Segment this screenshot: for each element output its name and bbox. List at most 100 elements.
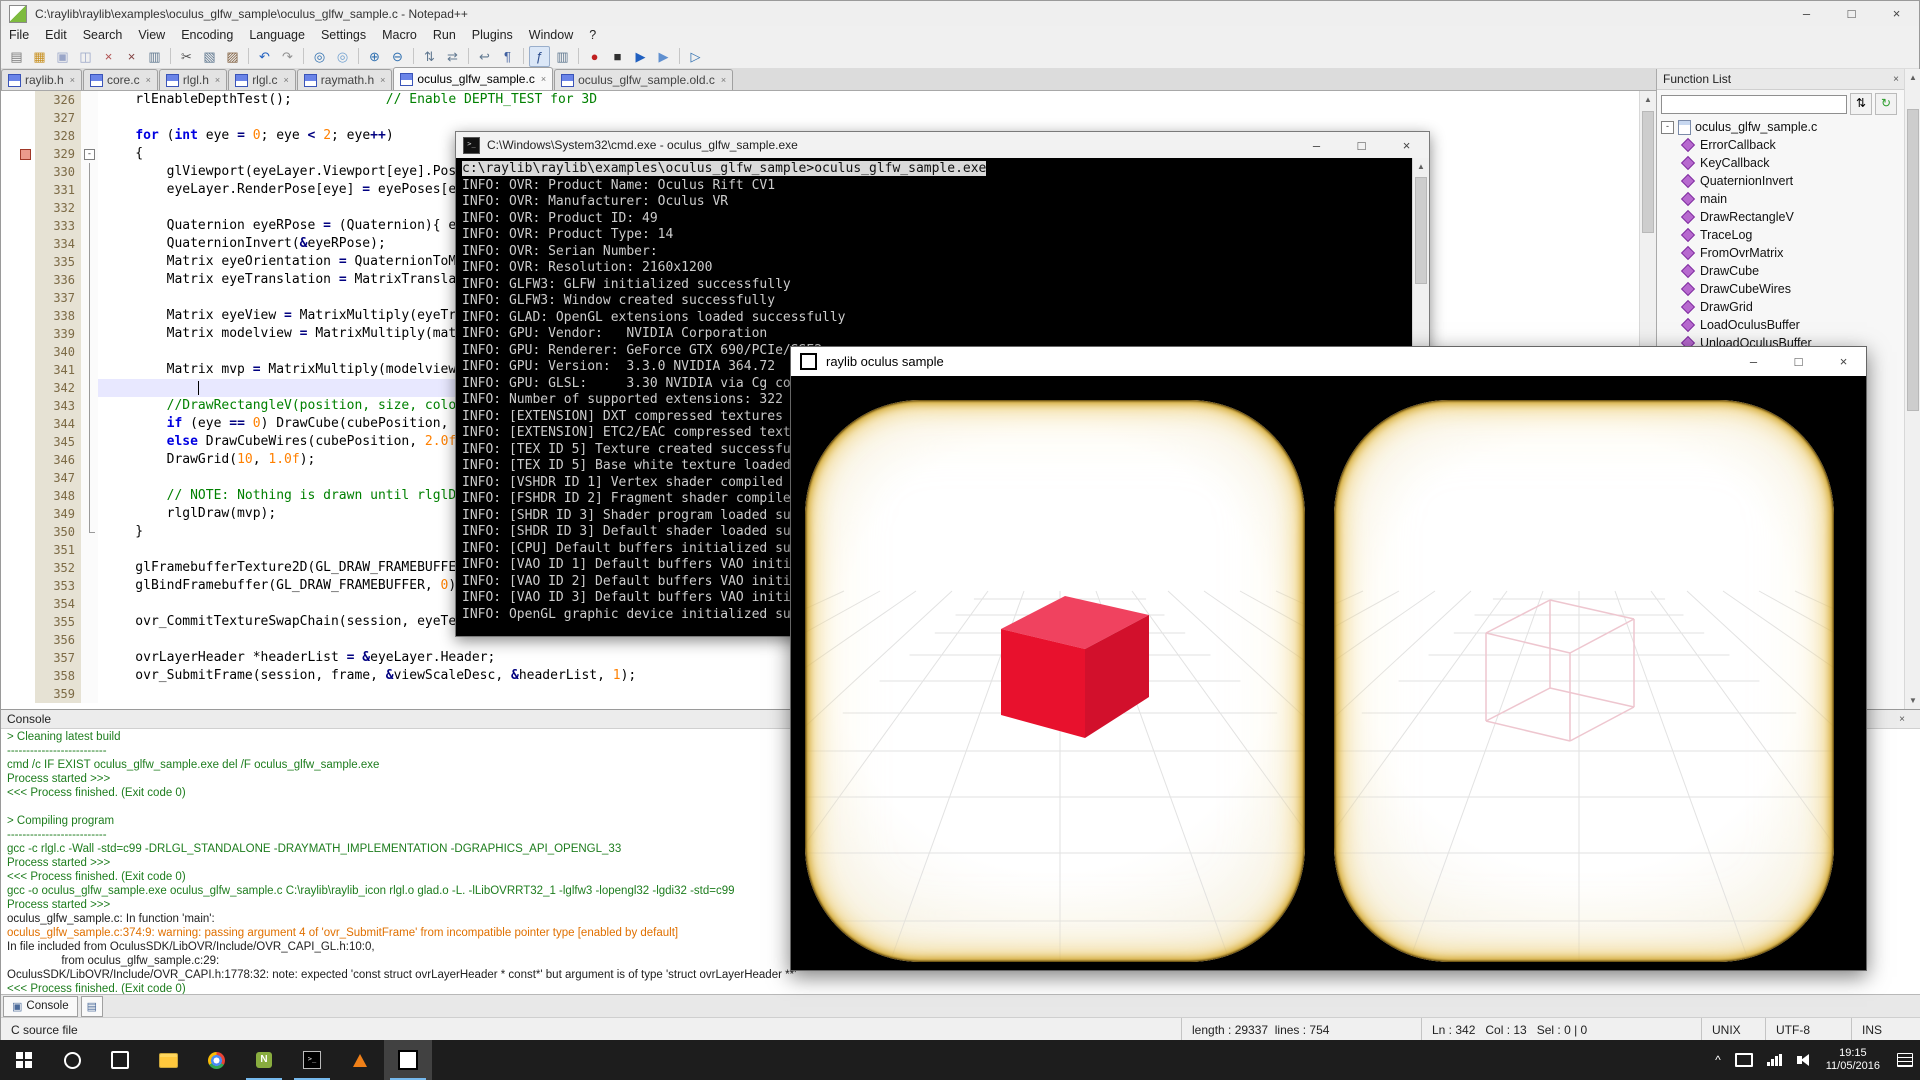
tray-chevron-up-icon[interactable]: ^ <box>1708 1040 1728 1080</box>
cmd-titlebar[interactable]: >_ C:\Windows\System32\cmd.exe - oculus_… <box>456 132 1429 158</box>
redo-icon[interactable]: ↷ <box>277 46 298 67</box>
funclist-sort-icon[interactable]: ⇅ <box>1850 93 1872 115</box>
close-all-icon[interactable]: × <box>121 46 142 67</box>
funclist-item-FromOvrMatrix[interactable]: FromOvrMatrix <box>1657 244 1920 262</box>
taskbar-chrome[interactable] <box>192 1040 240 1080</box>
copy-icon[interactable]: ▧ <box>199 46 220 67</box>
zoom-out-icon[interactable]: ⊖ <box>387 46 408 67</box>
funclist-item-QuaternionInvert[interactable]: QuaternionInvert <box>1657 172 1920 190</box>
taskbar-notepad-plus-plus[interactable]: N <box>240 1040 288 1080</box>
run-macro-multiple-icon[interactable]: ▶ <box>653 46 674 67</box>
console-close-icon[interactable]: × <box>1899 714 1905 725</box>
new-file-icon[interactable]: ▤ <box>6 46 27 67</box>
undo-icon[interactable]: ↶ <box>254 46 275 67</box>
panel-tab-console[interactable]: ▣ Console <box>3 996 78 1017</box>
zoom-in-icon[interactable]: ⊕ <box>364 46 385 67</box>
play-macro-icon[interactable]: ▶ <box>630 46 651 67</box>
funclist-item-DrawGrid[interactable]: DrawGrid <box>1657 298 1920 316</box>
save-all-icon[interactable]: ◫ <box>75 46 96 67</box>
cmd-close-button[interactable]: × <box>1384 132 1429 158</box>
sync-horizontal-icon[interactable]: ⇄ <box>442 46 463 67</box>
document-map-icon[interactable]: ▥ <box>552 46 573 67</box>
tab-rlgl.h[interactable]: rlgl.h× <box>159 69 227 90</box>
replace-icon[interactable]: ◎ <box>332 46 353 67</box>
network-icon[interactable] <box>1760 1040 1790 1080</box>
tab-raylib.h[interactable]: raylib.h× <box>1 69 82 90</box>
taskbar-start[interactable] <box>0 1040 48 1080</box>
scroll-down-icon[interactable]: ▼ <box>1905 692 1920 709</box>
raylib-titlebar[interactable]: raylib oculus sample – □ × <box>791 347 1866 377</box>
funclist-item-ErrorCallback[interactable]: ErrorCallback <box>1657 136 1920 154</box>
taskbar-raylib[interactable] <box>384 1040 432 1080</box>
menu-macro[interactable]: Macro <box>374 26 425 44</box>
paste-icon[interactable]: ▨ <box>222 46 243 67</box>
function-list-header[interactable]: Function List × <box>1657 69 1920 90</box>
funclist-reload-icon[interactable]: ↻ <box>1875 93 1897 115</box>
raylib-minimize-button[interactable]: – <box>1731 347 1776 376</box>
taskbar-search[interactable] <box>48 1040 96 1080</box>
find-icon[interactable]: ◎ <box>309 46 330 67</box>
tab-close-icon[interactable]: × <box>70 76 75 85</box>
print-icon[interactable]: ▥ <box>144 46 165 67</box>
funclist-item-TraceLog[interactable]: TraceLog <box>1657 226 1920 244</box>
funclist-search-input[interactable] <box>1661 95 1847 114</box>
display-icon[interactable] <box>1728 1040 1760 1080</box>
tab-core.c[interactable]: core.c× <box>83 69 158 90</box>
tab-raymath.h[interactable]: raymath.h× <box>297 69 393 90</box>
npp-titlebar[interactable]: C:\raylib\raylib\examples\oculus_glfw_sa… <box>1 1 1919 26</box>
function-list-close-icon[interactable]: × <box>1893 74 1899 85</box>
menu-file[interactable]: File <box>1 26 37 44</box>
funclist-item-DrawCube[interactable]: DrawCube <box>1657 262 1920 280</box>
sync-vertical-icon[interactable]: ⇅ <box>419 46 440 67</box>
npp-maximize-button[interactable]: □ <box>1829 1 1874 26</box>
funclist-item-main[interactable]: main <box>1657 190 1920 208</box>
cmd-maximize-button[interactable]: □ <box>1339 132 1384 158</box>
cmd-scrollbar-thumb[interactable] <box>1415 177 1427 284</box>
funclist-scrollbar-thumb[interactable] <box>1907 109 1919 411</box>
editor-scrollbar-thumb[interactable] <box>1642 111 1654 233</box>
menu-encoding[interactable]: Encoding <box>173 26 241 44</box>
taskbar-vlc[interactable] <box>336 1040 384 1080</box>
tab-close-icon[interactable]: × <box>380 76 385 85</box>
funclist-root[interactable]: -oculus_glfw_sample.c <box>1657 118 1920 136</box>
menu-plugins[interactable]: Plugins <box>464 26 521 44</box>
volume-icon[interactable] <box>1790 1040 1816 1080</box>
npp-close-button[interactable]: × <box>1874 1 1919 26</box>
tab-oculus_glfw_sample.old.c[interactable]: oculus_glfw_sample.old.c× <box>554 69 733 90</box>
taskbar-clock[interactable]: 19:15 11/05/2016 <box>1816 1047 1890 1073</box>
npp-minimize-button[interactable]: – <box>1784 1 1829 26</box>
scroll-up-icon[interactable]: ▲ <box>1413 158 1429 175</box>
funclist-item-DrawRectangleV[interactable]: DrawRectangleV <box>1657 208 1920 226</box>
tab-close-icon[interactable]: × <box>284 76 289 85</box>
menu-search[interactable]: Search <box>75 26 131 44</box>
scroll-up-icon[interactable]: ▲ <box>1905 69 1920 86</box>
funclist-item-KeyCallback[interactable]: KeyCallback <box>1657 154 1920 172</box>
menu-help[interactable]: ? <box>581 26 604 44</box>
show-symbols-icon[interactable]: ¶ <box>497 46 518 67</box>
raylib-maximize-button[interactable]: □ <box>1776 347 1821 376</box>
tab-close-icon[interactable]: × <box>721 76 726 85</box>
tab-close-icon[interactable]: × <box>146 76 151 85</box>
fold-collapse-icon[interactable]: - <box>84 149 95 160</box>
funclist-item-LoadOculusBuffer[interactable]: LoadOculusBuffer <box>1657 316 1920 334</box>
taskbar-file-explorer[interactable] <box>144 1040 192 1080</box>
notification-center-icon[interactable] <box>1890 1040 1920 1080</box>
tab-close-icon[interactable]: × <box>215 76 220 85</box>
cmd-minimize-button[interactable]: – <box>1294 132 1339 158</box>
record-macro-icon[interactable]: ● <box>584 46 605 67</box>
word-wrap-icon[interactable]: ↩ <box>474 46 495 67</box>
funclist-item-DrawCubeWires[interactable]: DrawCubeWires <box>1657 280 1920 298</box>
collapse-icon[interactable]: - <box>1661 121 1674 134</box>
stop-macro-icon[interactable]: ■ <box>607 46 628 67</box>
funclist-scrollbar[interactable]: ▲ ▼ <box>1904 69 1920 709</box>
menu-edit[interactable]: Edit <box>37 26 75 44</box>
function-list-icon[interactable]: ƒ <box>529 46 550 67</box>
cut-icon[interactable]: ✂ <box>176 46 197 67</box>
raylib-close-button[interactable]: × <box>1821 347 1866 376</box>
menu-run[interactable]: Run <box>425 26 464 44</box>
taskbar-task-view[interactable] <box>96 1040 144 1080</box>
scroll-up-icon[interactable]: ▲ <box>1640 91 1656 108</box>
tab-rlgl.c[interactable]: rlgl.c× <box>228 69 296 90</box>
panel-tab-doc-monitor[interactable]: ▤ <box>81 996 103 1017</box>
save-icon[interactable]: ▣ <box>52 46 73 67</box>
